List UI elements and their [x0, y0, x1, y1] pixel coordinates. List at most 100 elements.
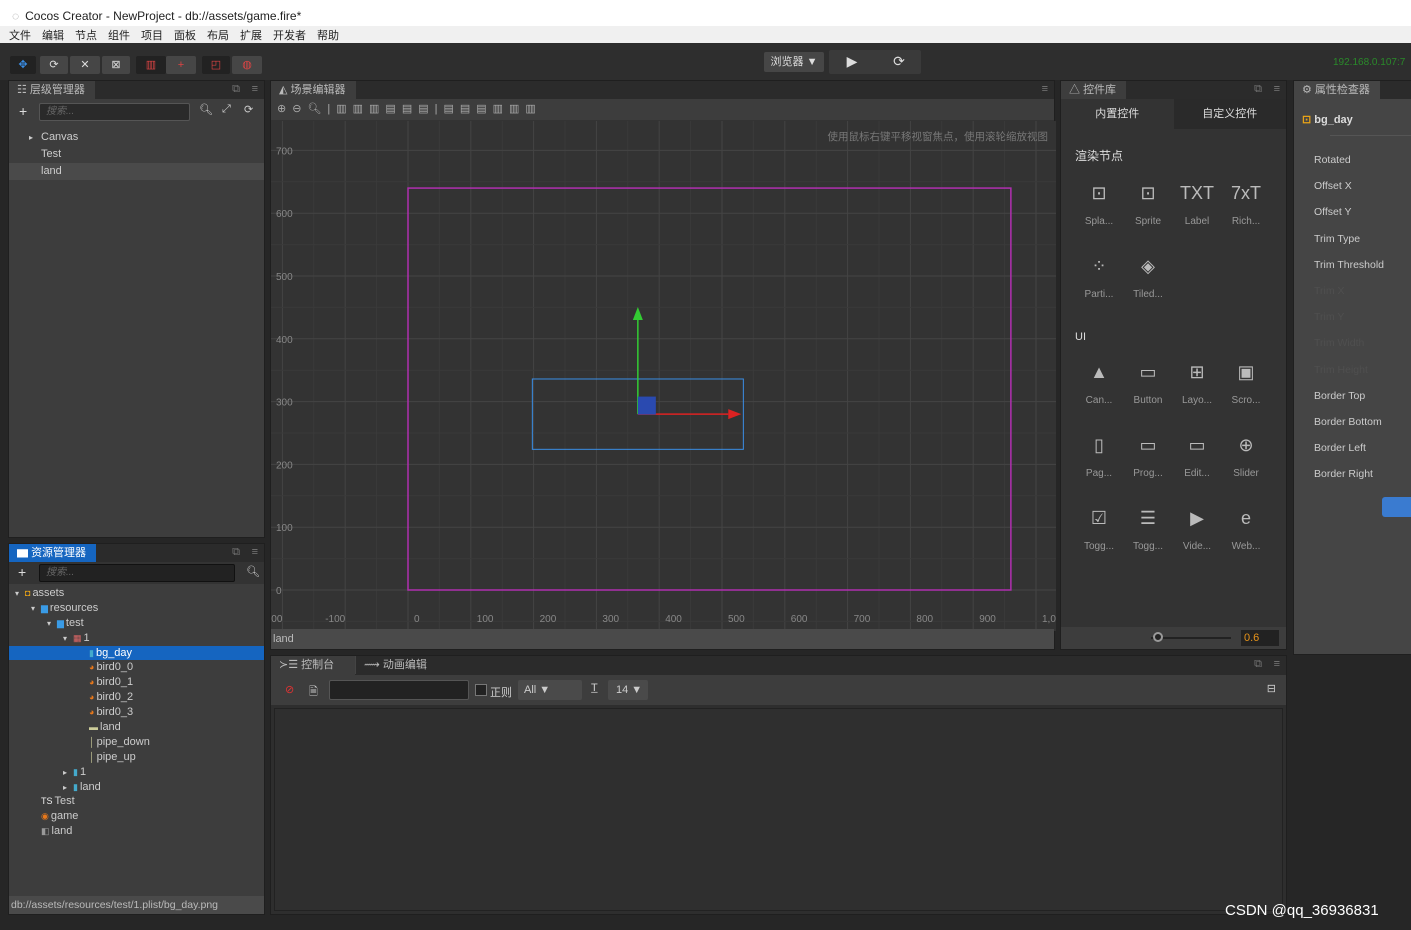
asset-item[interactable]: ◕ bird0_2 — [9, 690, 264, 705]
widget-library-tab[interactable]: △ 控件库 — [1061, 81, 1127, 99]
expand-arrow-icon[interactable]: ▾ — [47, 616, 57, 631]
menu-icon[interactable]: ≡ — [1274, 658, 1280, 670]
tab-console[interactable]: ≻☰ 控制台 — [271, 656, 355, 675]
popout-icon[interactable]: ⧉ — [232, 83, 240, 96]
tab-builtin[interactable]: 内置控件 — [1061, 99, 1174, 129]
menu-icon[interactable]: ≡ — [252, 83, 258, 95]
inspector-tab[interactable]: ⚙ 属性检查器 — [1294, 81, 1380, 99]
widget-item[interactable]: TXT Label — [1173, 178, 1221, 227]
popout-icon[interactable]: ⧉ — [1254, 83, 1262, 96]
search-icon[interactable]: 🔍︎ — [246, 565, 260, 578]
play-button[interactable]: ▶ — [838, 52, 866, 70]
widget-item[interactable]: ▭ Button — [1124, 357, 1172, 406]
local-button[interactable]: ◰ — [202, 56, 230, 74]
widget-item[interactable]: ⊞ Layo... — [1173, 357, 1221, 406]
scene-tab[interactable]: ◭ 场景编辑器 — [271, 81, 356, 99]
expand-arrow-icon[interactable]: ▾ — [63, 631, 73, 646]
add-asset-button[interactable]: + — [18, 564, 26, 580]
regex-checkbox[interactable] — [475, 684, 487, 696]
widget-item[interactable]: ⁘ Parti... — [1075, 251, 1123, 300]
widget-item[interactable]: e Web... — [1222, 503, 1270, 552]
menu-item[interactable]: 项目 — [141, 27, 163, 43]
tab-animation-editor[interactable]: ⟿ 动画编辑器 — [355, 656, 445, 689]
asset-item[interactable]: ◉ game — [9, 809, 264, 824]
asset-item[interactable]: ▾ ▆ test — [9, 616, 264, 631]
edit-button[interactable] — [1382, 497, 1411, 517]
console-filter-input[interactable] — [329, 680, 469, 700]
hierarchy-node[interactable]: Test — [9, 146, 264, 163]
widget-item[interactable]: ▶ Vide... — [1173, 503, 1221, 552]
preview-platform-select[interactable]: 浏览器 ▼ — [764, 52, 824, 72]
expand-arrow-icon[interactable]: ▾ — [15, 586, 25, 601]
asset-item[interactable]: │ pipe_down — [9, 735, 264, 750]
clear-icon[interactable]: ⊘ — [285, 683, 294, 696]
hierarchy-node[interactable]: ▸ Canvas — [9, 129, 264, 146]
menu-icon[interactable]: ≡ — [1274, 83, 1280, 95]
expand-arrow-icon[interactable]: ▸ — [63, 765, 73, 780]
expand-arrow-icon[interactable]: ▸ — [63, 780, 73, 795]
widget-item[interactable]: ⊡ Spla... — [1075, 178, 1123, 227]
menu-item[interactable]: 帮助 — [317, 27, 339, 43]
menu-item[interactable]: 开发者 — [273, 27, 306, 43]
rect-tool-button[interactable]: ⊠ — [102, 56, 130, 74]
assets-tab[interactable]: ▆ 资源管理器 — [9, 544, 97, 562]
widget-item[interactable]: ☰ Togg... — [1124, 503, 1172, 552]
assets-search-input[interactable]: 搜索... — [39, 564, 235, 582]
refresh-button[interactable]: ⟳ — [885, 52, 913, 70]
widget-item[interactable]: ▭ Edit... — [1173, 430, 1221, 479]
hierarchy-node[interactable]: land — [9, 163, 264, 180]
search-icon[interactable]: 🔍︎ — [199, 103, 213, 116]
popout-icon[interactable]: ⧉ — [1254, 658, 1262, 671]
menu-item[interactable]: 面板 — [174, 27, 196, 43]
asset-item[interactable]: TS Test — [9, 794, 264, 809]
scale-tool-button[interactable]: ✕ — [70, 56, 100, 74]
pivot-button[interactable]: ▥ — [136, 56, 166, 74]
widget-item[interactable]: ⊕ Slider — [1222, 430, 1270, 479]
collapse-icon[interactable]: ⊟ — [1267, 682, 1276, 695]
asset-item[interactable]: ▾ ▆ resources — [9, 601, 264, 616]
expand-arrow-icon[interactable]: ▸ — [29, 129, 33, 146]
widget-item[interactable]: ☑ Togg... — [1075, 503, 1123, 552]
asset-item[interactable]: ▮ bg_day — [9, 645, 264, 661]
hierarchy-search-input[interactable]: 搜索... — [39, 103, 190, 121]
font-size-select[interactable]: 14 ▼ — [608, 680, 648, 700]
widget-item[interactable]: 7xT Rich... — [1222, 178, 1270, 227]
add-node-button[interactable]: + — [19, 103, 27, 119]
widget-item[interactable]: ▣ Scro... — [1222, 357, 1270, 406]
asset-item[interactable]: ▬ land — [9, 720, 264, 735]
asset-item[interactable]: ◕ bird0_0 — [9, 660, 264, 675]
global-button[interactable]: ◍ — [232, 56, 262, 74]
log-level-select[interactable]: All ▼ — [518, 680, 582, 700]
log-file-icon[interactable]: 🗎 — [309, 683, 318, 702]
widget-item[interactable]: ◈ Tiled... — [1124, 251, 1172, 300]
scene-viewport[interactable]: 700 600 500 400 300 200 100 0 -200 -100 0 100 200 300… — [271, 121, 1056, 631]
move-tool-button[interactable]: ✥ — [10, 56, 36, 74]
expand-arrow-icon[interactable]: ▾ — [31, 601, 41, 616]
menu-icon[interactable]: ≡ — [1042, 83, 1048, 95]
asset-item[interactable]: │ pipe_up — [9, 750, 264, 765]
tab-custom[interactable]: 自定义控件 — [1173, 99, 1286, 129]
hierarchy-tab[interactable]: ☷ 层级管理器 — [9, 81, 95, 99]
widget-item[interactable]: ▯ Pag... — [1075, 430, 1123, 479]
zoom-slider[interactable] — [1151, 637, 1231, 639]
asset-item[interactable]: ◧ land — [9, 824, 264, 839]
preview-ip[interactable]: 192.168.0.107:7 — [1333, 57, 1405, 68]
asset-item[interactable]: ◕ bird0_1 — [9, 675, 264, 690]
scene-align-toolbar[interactable]: ⊕⊖🔍︎|▥▥▥▤▤▤|▤▤▤▥▥▥ — [271, 99, 1054, 120]
asset-item[interactable]: ▾ ◘ assets — [9, 586, 264, 601]
center-button[interactable]: + — [166, 56, 196, 74]
menu-item[interactable]: 节点 — [75, 27, 97, 43]
asset-item[interactable]: ▾ ▦ 1 — [9, 631, 264, 646]
asset-item[interactable]: ▸ ▮ land — [9, 780, 264, 795]
asset-item[interactable]: ◕ bird0_3 — [9, 705, 264, 720]
rotate-tool-button[interactable]: ⟳ — [40, 56, 68, 74]
menu-item[interactable]: 组件 — [108, 27, 130, 43]
zoom-slider-handle[interactable] — [1153, 632, 1163, 642]
popout-icon[interactable]: ⧉ — [232, 546, 240, 559]
menu-item[interactable]: 布局 — [207, 27, 229, 43]
widget-item[interactable]: ▭ Prog... — [1124, 430, 1172, 479]
widget-item[interactable]: ⊡ Sprite — [1124, 178, 1172, 227]
menu-icon[interactable]: ≡ — [252, 546, 258, 558]
asset-item[interactable]: ▸ ▮ 1 — [9, 765, 264, 780]
refresh-icon[interactable]: ⟳ — [244, 103, 253, 116]
